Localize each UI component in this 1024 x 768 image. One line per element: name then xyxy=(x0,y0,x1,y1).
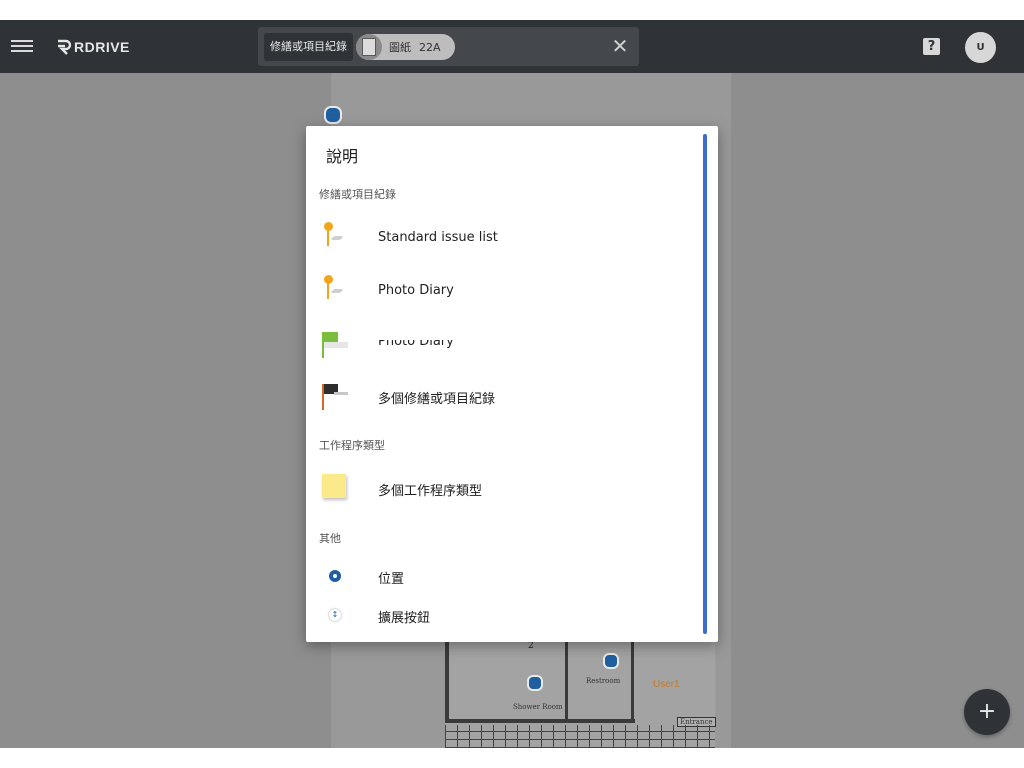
legend-item-expand-button: ↕ 擴展按鈕 xyxy=(306,606,696,642)
search-filter-bar[interactable]: 修繕或項目紀錄 圖紙 22A ✕ xyxy=(258,27,639,66)
dialog-scrollbar[interactable] xyxy=(703,134,707,634)
legend-item-label: Photo Diary xyxy=(378,283,454,298)
floorplan-label: Shower Room xyxy=(513,703,563,711)
close-icon[interactable]: ✕ xyxy=(610,36,630,56)
legend-item-label: 多個修繕或項目紀錄 xyxy=(378,392,496,407)
avatar[interactable]: U xyxy=(965,32,996,63)
sheet-chip-label: 圖紙 xyxy=(389,41,411,54)
sheet-thumbnail-icon xyxy=(356,34,382,60)
legend-item-label: 位置 xyxy=(378,572,405,587)
menu-icon[interactable] xyxy=(11,37,33,55)
location-pin-icon[interactable] xyxy=(603,653,619,669)
record-type-chip[interactable]: 修繕或項目紀錄 xyxy=(264,33,353,61)
section-label: 工作程序類型 xyxy=(319,439,385,452)
black-flag-icon xyxy=(320,378,354,414)
floorplan-grid xyxy=(445,725,715,748)
section-label: 修繕或項目紀錄 xyxy=(319,188,396,201)
user-tag: User1 xyxy=(653,679,680,690)
floorplan-wall xyxy=(445,633,449,723)
legend-item-standard-issue: Standard issue list xyxy=(306,220,696,260)
location-pin-icon[interactable] xyxy=(527,675,543,691)
sheet-chip[interactable]: 圖紙 22A xyxy=(356,34,455,60)
legend-item-multiple-workflows: 多個工作程序類型 xyxy=(306,470,696,510)
sticky-note-icon xyxy=(320,470,354,506)
floorplan-label: Restroom xyxy=(586,677,621,685)
orange-pin-icon xyxy=(320,220,354,256)
add-button[interactable]: + xyxy=(964,689,1010,735)
floorplan-wall xyxy=(445,719,635,723)
legend-item-multiple-records: 多個修繕或項目紀錄 xyxy=(306,378,696,418)
floorplan-wall xyxy=(565,633,568,721)
floorplan-fragment: 2 Restroom Shower Room User1 Entrance xyxy=(445,633,716,748)
bottom-spacer xyxy=(0,748,1024,768)
expand-button-icon: ↕ xyxy=(320,606,354,642)
section-label: 其他 xyxy=(319,532,341,545)
sheet-chip-code: 22A xyxy=(419,40,441,54)
floorplan-wall xyxy=(631,633,634,723)
app-bar: RDRIVE 修繕或項目紀錄 圖紙 22A ✕ ? U xyxy=(0,20,1024,73)
logo: RDRIVE xyxy=(55,36,130,58)
legend-item-label: 擴展按鈕 xyxy=(378,611,431,626)
logo-text: RDRIVE xyxy=(74,39,130,55)
legend-dialog: 說明 修繕或項目紀錄 Standard issue list Photo Dia… xyxy=(306,126,718,642)
legend-item-photo-diary: Photo Diary xyxy=(306,273,696,313)
legend-item-label: 多個工作程序類型 xyxy=(378,484,483,499)
legend-item-label: Photo Diary xyxy=(378,334,454,349)
green-flag-icon xyxy=(320,326,354,362)
legend-item-label: Standard issue list xyxy=(378,230,498,245)
dialog-title: 說明 xyxy=(326,147,359,166)
orange-pin-icon xyxy=(320,273,354,309)
logo-mark-icon xyxy=(58,39,72,55)
legend-item-location: 位置 xyxy=(306,566,696,606)
location-pin-icon[interactable] xyxy=(324,106,342,124)
location-pin-icon xyxy=(320,566,354,602)
help-icon[interactable]: ? xyxy=(923,38,940,55)
top-spacer xyxy=(0,0,1024,20)
legend-item-photo-diary-flag: Photo Diary xyxy=(306,326,696,366)
floorplan-room-number: 2 xyxy=(528,641,534,651)
